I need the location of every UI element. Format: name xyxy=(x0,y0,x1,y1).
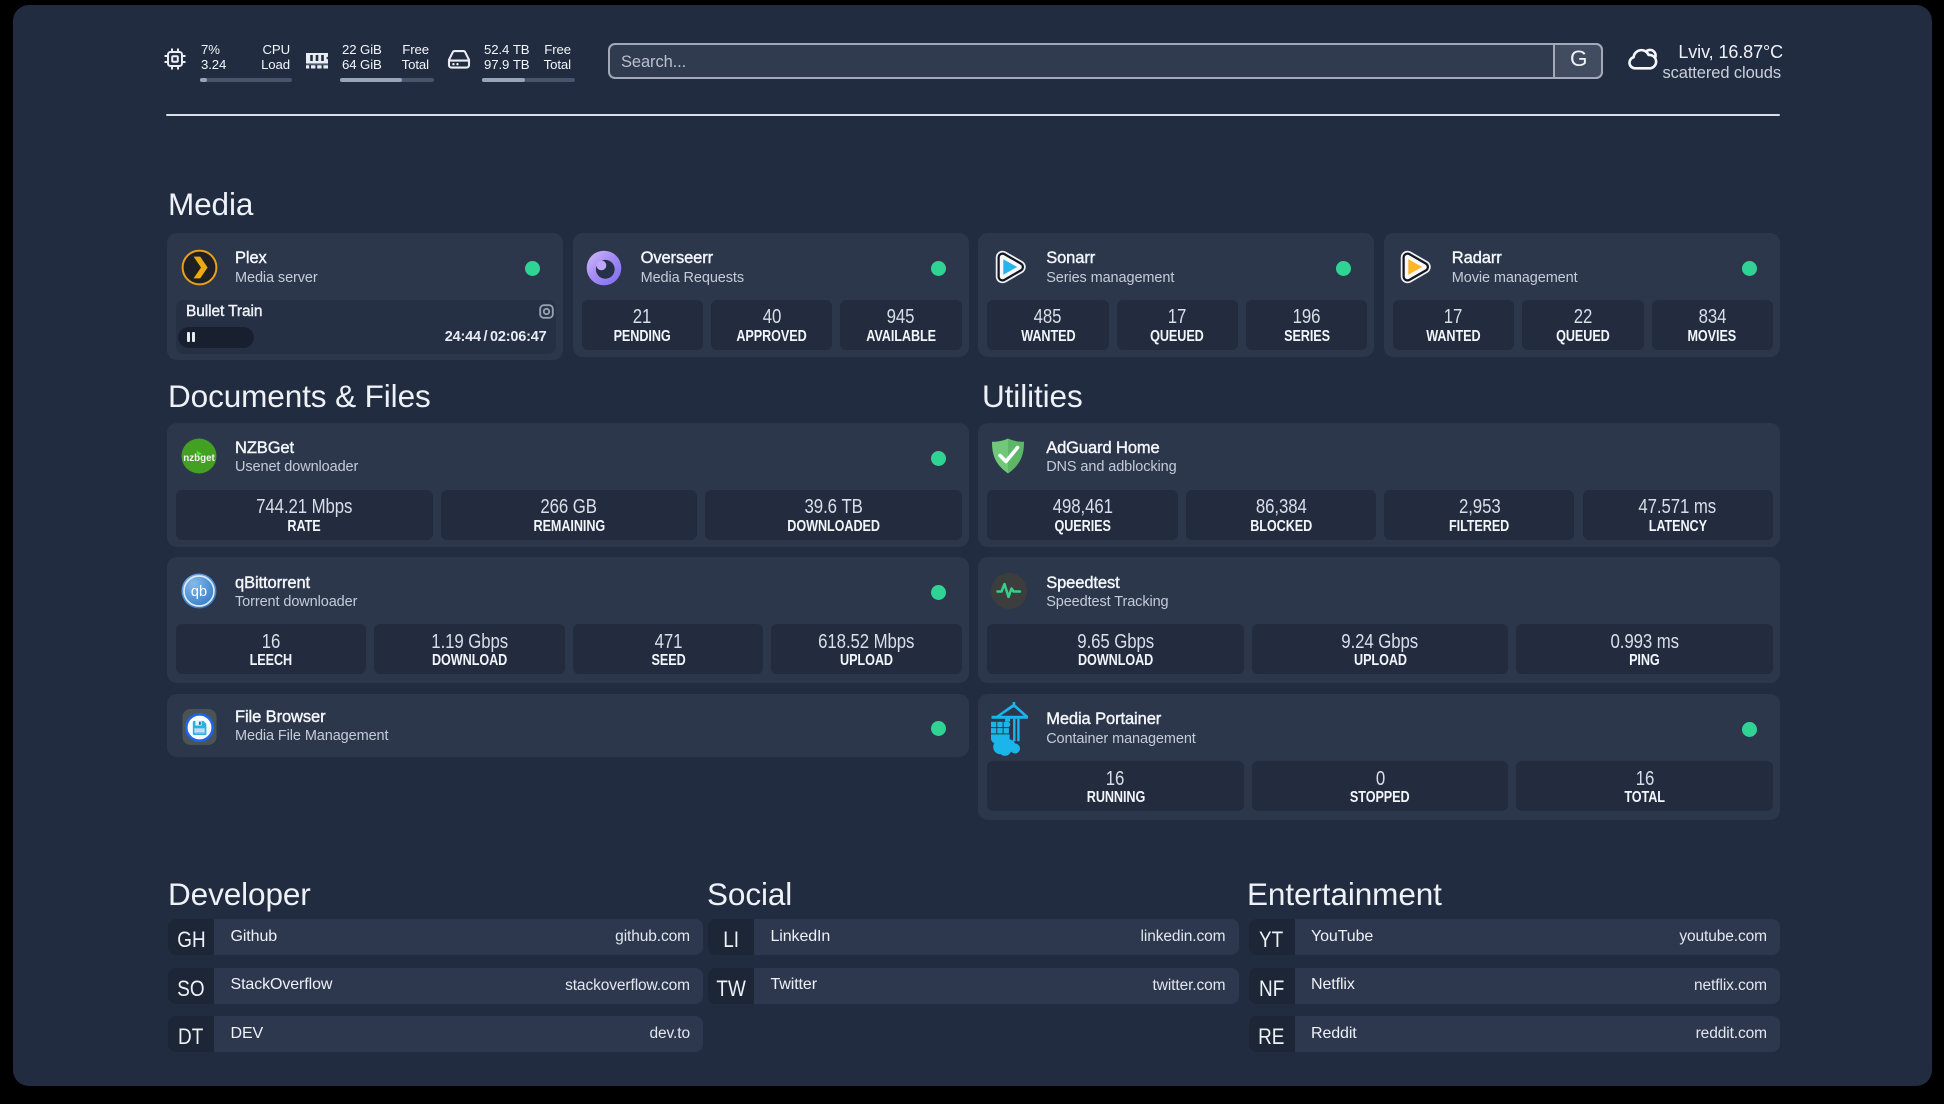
svg-text:nzbget: nzbget xyxy=(183,453,215,464)
svg-text:qb: qb xyxy=(191,585,207,601)
